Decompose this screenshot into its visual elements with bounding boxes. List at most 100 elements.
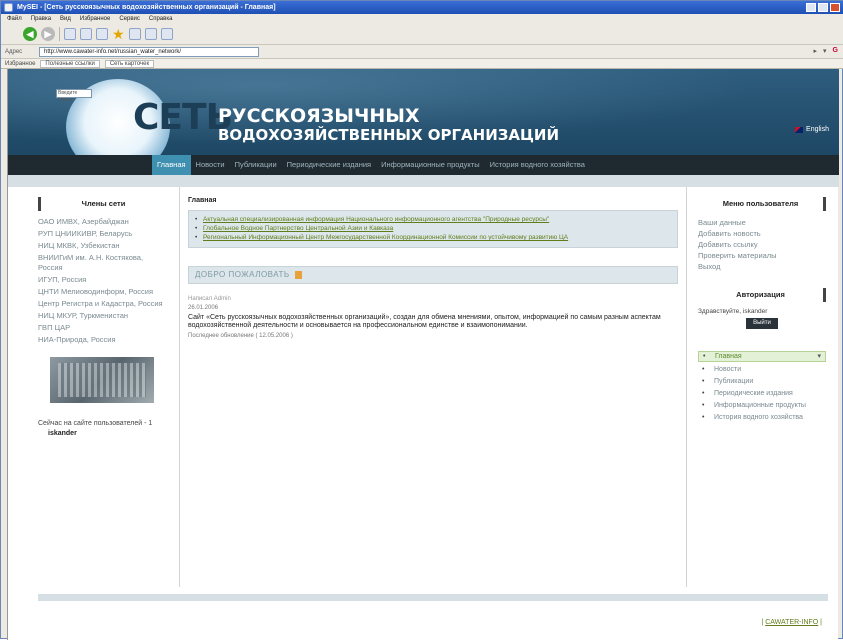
- right-sidebar: Меню пользователя Ваши данные Добавить н…: [698, 197, 826, 425]
- article-author: Написал Admin: [188, 296, 231, 302]
- welcome-heading-box: ДОБРО ПОЖАЛОВАТЬ: [188, 266, 678, 284]
- member-link[interactable]: ВНИИГиМ им. А.Н. Костякова, Россия: [38, 253, 166, 273]
- back-arrow-icon[interactable]: ◀: [23, 27, 37, 41]
- auth-heading: Авторизация: [698, 288, 826, 302]
- menu-edit[interactable]: Правка: [31, 14, 51, 24]
- home-icon[interactable]: [96, 28, 108, 40]
- member-link[interactable]: НИА-Природа, Россия: [38, 335, 166, 345]
- toolbar: ◀ ▶ ★: [1, 24, 843, 44]
- online-users-text: Сейчас на сайте пользователей - 1: [38, 420, 153, 427]
- user-menu-link[interactable]: Проверить материалы: [698, 250, 826, 261]
- user-menu-link[interactable]: Добавить ссылку: [698, 239, 826, 250]
- nav-home[interactable]: Главная: [152, 155, 191, 175]
- maximize-button[interactable]: [818, 3, 828, 12]
- favorites-bar: Избранное Полезные ссылки Сеть карточек: [1, 58, 843, 69]
- favorites-star-icon[interactable]: ★: [112, 26, 125, 43]
- user-menu-link[interactable]: Выход: [698, 261, 826, 272]
- favorites-label: Избранное: [5, 60, 36, 67]
- toolbar-divider: [59, 27, 60, 41]
- pdf-icon[interactable]: [295, 270, 303, 279]
- chevron-down-icon: ▾: [817, 353, 821, 360]
- favorite-link[interactable]: Сеть карточек: [104, 59, 155, 68]
- title-bar: MySEI - [Сеть русскоязычных водохозяйств…: [1, 1, 843, 14]
- menu-item-news[interactable]: Новости: [698, 365, 826, 374]
- column-divider: [686, 187, 687, 587]
- member-link[interactable]: НИЦ МКВК, Узбекистан: [38, 241, 166, 251]
- menu-view[interactable]: Вид: [60, 14, 71, 24]
- main-menu: Главная ▾ Новости Публикации Периодическ…: [698, 351, 826, 422]
- url-input[interactable]: http://www.cawater-info.net/russian_wate…: [39, 46, 259, 57]
- site-title-line1: РУССКОЯЗЫЧНЫХ: [218, 105, 420, 127]
- footer-bar: [38, 594, 828, 601]
- browser-window: MySEI - [Сеть русскоязычных водохозяйств…: [0, 0, 843, 640]
- favorite-link[interactable]: Полезные ссылки: [40, 59, 100, 68]
- online-username: iskander: [48, 430, 77, 437]
- nav-water-history[interactable]: История водного хозяйства: [485, 155, 590, 175]
- left-sidebar: Члены сети ОАО ИМВХ, Азербайджан РУП ЦНИ…: [38, 197, 166, 587]
- history-icon[interactable]: [128, 28, 141, 40]
- close-button[interactable]: [830, 3, 840, 12]
- menu-item-label: Главная: [715, 353, 742, 360]
- menu-item-water-history[interactable]: История водного хозяйства: [698, 413, 826, 422]
- article: Написал Admin 26.01.2006 Сайт «Сеть русс…: [188, 296, 678, 339]
- menu-tools[interactable]: Сервис: [119, 14, 140, 24]
- menu-item-publications[interactable]: Публикации: [698, 377, 826, 386]
- news-links-box: Актуальная специализированная информация…: [188, 210, 678, 248]
- user-menu-heading: Меню пользователя: [698, 197, 826, 211]
- main-nav: Главная Новости Публикации Периодические…: [8, 155, 839, 175]
- dropdown-icon[interactable]: ▾: [823, 47, 827, 55]
- member-link[interactable]: НИЦ МКУР, Туркменистан: [38, 311, 166, 321]
- nav-periodicals[interactable]: Периодические издания: [282, 155, 376, 175]
- menu-item-periodicals[interactable]: Периодические издания: [698, 389, 826, 398]
- logout-button[interactable]: Выйти: [746, 318, 778, 329]
- site-header: Введите слово СЕТЬ РУССКОЯЗЫЧНЫХ ВОДОХОЗ…: [8, 69, 839, 155]
- members-heading: Члены сети: [38, 197, 166, 211]
- forward-arrow-icon[interactable]: ▶: [41, 27, 55, 41]
- page-viewport: Введите слово СЕТЬ РУССКОЯЗЫЧНЫХ ВОДОХОЗ…: [7, 69, 839, 640]
- member-link[interactable]: Центр Регистра и Кадастра, Россия: [38, 299, 166, 309]
- window-controls: [806, 3, 840, 12]
- member-link[interactable]: ГВП ЦАР: [38, 323, 166, 333]
- print-icon[interactable]: [160, 28, 173, 40]
- menu-item-info-products[interactable]: Информационные продукты: [698, 401, 826, 410]
- footer-link[interactable]: CAWATER-INFO: [765, 619, 818, 626]
- subnav-strip: [8, 175, 839, 187]
- breadcrumb: Главная: [188, 197, 217, 204]
- nav-news[interactable]: Новости: [191, 155, 230, 175]
- user-menu-link[interactable]: Добавить новость: [698, 228, 826, 239]
- uk-flag-icon: [795, 126, 804, 133]
- minimize-button[interactable]: [806, 3, 816, 12]
- browser-icon: [4, 3, 13, 12]
- nav-info-products[interactable]: Информационные продукты: [376, 155, 485, 175]
- address-bar: Адрес http://www.cawater-info.net/russia…: [1, 44, 843, 58]
- user-menu-link[interactable]: Ваши данные: [698, 217, 826, 228]
- news-link[interactable]: Актуальная специализированная информация…: [195, 216, 669, 224]
- member-link[interactable]: ОАО ИМВХ, Азербайджан: [38, 217, 166, 227]
- mail-icon[interactable]: [144, 28, 157, 40]
- window-title: MySEI - [Сеть русскоязычных водохозяйств…: [17, 4, 276, 11]
- member-link[interactable]: РУП ЦНИИКИВР, Беларусь: [38, 229, 166, 239]
- news-link[interactable]: Глобальное Водное Партнерство Центрально…: [195, 225, 669, 233]
- language-switch[interactable]: English: [795, 126, 829, 133]
- address-label: Адрес: [5, 48, 23, 55]
- menu-item-home[interactable]: Главная ▾: [698, 351, 826, 362]
- go-icon[interactable]: ▸: [814, 47, 818, 55]
- member-link[interactable]: ИГУП, Россия: [38, 275, 166, 285]
- site-search-input[interactable]: Введите слово: [56, 89, 92, 103]
- welcome-heading: ДОБРО ПОЖАЛОВАТЬ: [195, 270, 290, 279]
- menu-help[interactable]: Справка: [149, 14, 173, 24]
- column-divider: [179, 187, 180, 587]
- address-bar-tools: ▸ ▾ G: [814, 47, 838, 55]
- main-content: Главная Актуальная специализированная ин…: [188, 197, 678, 339]
- google-icon[interactable]: G: [833, 47, 838, 55]
- news-link[interactable]: Региональный Информационный Центр Межгос…: [195, 234, 669, 242]
- greeting-text: Здравствуйте, iskander: [698, 308, 768, 315]
- member-link[interactable]: ЦНТИ Мелиоводинформ, Россия: [38, 287, 166, 297]
- refresh-icon[interactable]: [80, 28, 92, 40]
- menu-favorites[interactable]: Избранное: [80, 14, 110, 24]
- menu-file[interactable]: Файл: [7, 14, 22, 24]
- language-label: English: [806, 126, 829, 133]
- stop-icon[interactable]: [64, 28, 76, 40]
- menu-bar: Файл Правка Вид Избранное Сервис Справка: [1, 14, 843, 24]
- nav-publications[interactable]: Публикации: [230, 155, 282, 175]
